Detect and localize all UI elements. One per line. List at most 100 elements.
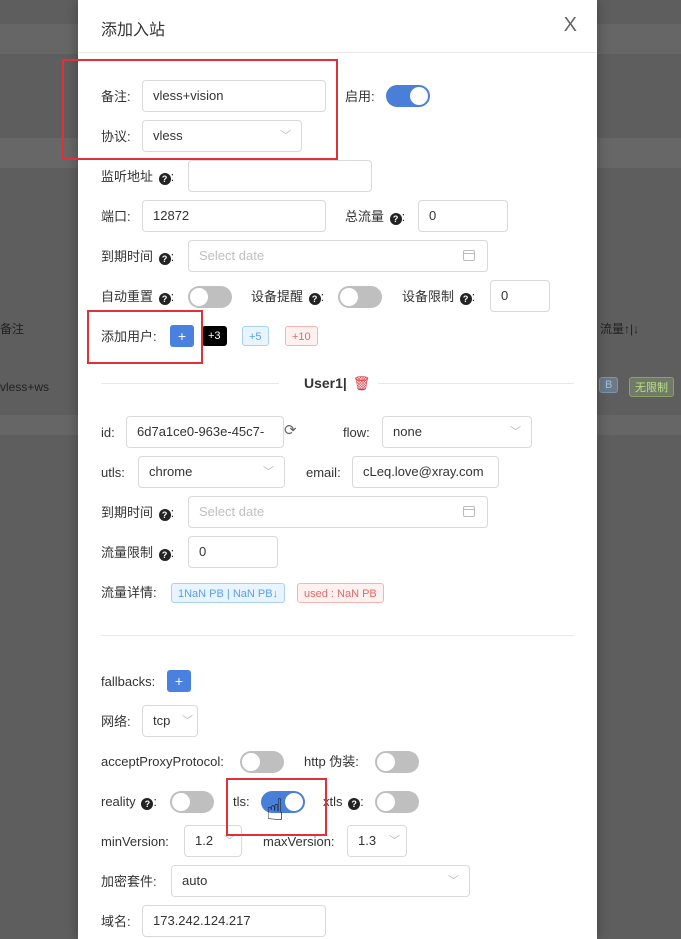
add-5-users-button[interactable]: +5 <box>242 326 269 346</box>
calendar-icon <box>463 250 475 261</box>
user-expiry-label-text: 到期时间 <box>101 505 154 520</box>
traffic-limit-label: 流量限制 ?: <box>101 545 175 561</box>
cipher-select[interactable]: auto ﹀ <box>171 865 470 897</box>
min-version-value: 1.2 <box>195 833 214 848</box>
email-label: email: <box>306 465 341 480</box>
email-input[interactable]: cLeq.love@xray.com <box>352 456 499 488</box>
add-3-users-button[interactable]: +3 <box>202 326 227 346</box>
remark-input[interactable]: vless+vision <box>142 80 326 112</box>
cipher-value: auto <box>182 873 208 888</box>
utls-select[interactable]: chrome ﹀ <box>138 456 285 488</box>
traffic-detail-tag: 1NaN PB | NaN PB↓ <box>171 583 286 603</box>
traffic-limit-input[interactable]: 0 <box>188 536 278 568</box>
utls-label: utls: <box>101 465 125 480</box>
reality-label: reality ?: <box>101 794 157 810</box>
listen-input[interactable] <box>188 160 372 192</box>
user-divider-left <box>101 383 279 384</box>
help-icon: ? <box>158 509 171 521</box>
expiry-label-text: 到期时间 <box>101 249 154 264</box>
header-divider <box>78 52 597 53</box>
user-heading-text: User1| <box>304 375 347 391</box>
toggle-knob <box>410 87 428 105</box>
listen-label-text: 监听地址 <box>101 169 154 184</box>
chevron-down-icon: ﹀ <box>224 835 235 847</box>
id-input[interactable]: 6d7a1ce0-963e-45c7- <box>126 416 284 448</box>
help-icon: ? <box>158 253 171 265</box>
domain-input[interactable]: 173.242.124.217 <box>142 905 326 937</box>
auto-reset-toggle[interactable] <box>188 286 232 308</box>
help-icon: ? <box>389 213 402 225</box>
user-expiry-placeholder: Select date <box>199 504 265 519</box>
add-fallback-button[interactable]: + <box>167 670 191 692</box>
protocol-value: vless <box>153 128 183 143</box>
chevron-down-icon: ﹀ <box>280 130 291 142</box>
total-traffic-input[interactable]: 0 <box>418 200 508 232</box>
bg-tag-unlimited: 无限制 <box>629 377 674 397</box>
device-alert-label-text: 设备提醒 <box>251 289 304 304</box>
enable-toggle[interactable] <box>386 85 430 107</box>
traffic-limit-label-text: 流量限制 <box>101 545 154 560</box>
expiry-label: 到期时间 ?: <box>101 249 175 265</box>
min-version-select[interactable]: 1.2 ﹀ <box>184 825 242 857</box>
port-label: 端口: <box>101 209 131 224</box>
user-divider-right <box>378 383 574 384</box>
toggle-knob <box>377 753 395 771</box>
id-label: id: <box>101 425 115 440</box>
network-select[interactable]: tcp ﹀ <box>142 705 198 737</box>
add-inbound-modal: 添加入站 X 备注: vless+vision 启用: 协议: vless ﹀ … <box>78 0 597 939</box>
help-icon: ? <box>308 293 321 305</box>
user-expiry-label: 到期时间 ?: <box>101 505 175 521</box>
close-button[interactable]: X <box>564 13 577 37</box>
toggle-knob <box>377 793 395 811</box>
total-traffic-label: 总流量 ?: <box>345 209 406 225</box>
device-alert-label: 设备提醒 ?: <box>251 289 325 305</box>
toggle-knob <box>190 288 208 306</box>
chevron-down-icon: ﹀ <box>448 875 459 887</box>
protocol-select[interactable]: vless ﹀ <box>142 120 302 152</box>
network-value: tcp <box>153 713 171 728</box>
device-limit-input[interactable]: 0 <box>490 280 550 312</box>
remark-label: 备注: <box>101 89 131 104</box>
add-10-users-button[interactable]: +10 <box>285 326 318 346</box>
http-camouflage-toggle[interactable] <box>375 751 419 773</box>
protocol-label: 协议: <box>101 129 131 144</box>
auto-reset-label-text: 自动重置 <box>101 289 154 304</box>
delete-user-icon[interactable]: 🗑 <box>353 375 371 391</box>
http-camouflage-label: http 伪装: <box>304 754 359 769</box>
add-user-button[interactable]: + <box>170 325 194 347</box>
min-version-label: minVersion: <box>101 834 169 849</box>
toggle-knob <box>285 793 303 811</box>
tls-label: tls: <box>233 794 250 809</box>
listen-label: 监听地址 ?: <box>101 169 175 185</box>
accept-proxy-toggle[interactable] <box>240 751 284 773</box>
accept-proxy-label: acceptProxyProtocol: <box>101 754 224 769</box>
help-icon: ? <box>158 549 171 561</box>
device-limit-label: 设备限制 ?: <box>402 289 476 305</box>
reality-toggle[interactable] <box>170 791 214 813</box>
refresh-id-icon[interactable]: ⟳ <box>284 421 297 439</box>
bg-tag-b: B <box>599 377 619 393</box>
fallbacks-label: fallbacks: <box>101 674 156 689</box>
expiry-placeholder: Select date <box>199 248 265 263</box>
xtls-toggle[interactable] <box>375 791 419 813</box>
toggle-knob <box>242 753 260 771</box>
toggle-knob <box>340 288 358 306</box>
chevron-down-icon: ﹀ <box>510 426 521 438</box>
port-input[interactable]: 12872 <box>142 200 326 232</box>
help-icon: ? <box>459 293 472 305</box>
bg-col-header-remark: 备注 <box>0 322 25 336</box>
help-icon: ? <box>348 798 361 810</box>
flow-label: flow: <box>343 425 370 440</box>
help-icon: ? <box>158 293 171 305</box>
traffic-detail-label: 流量详情: <box>101 585 157 600</box>
max-version-label: maxVersion: <box>263 834 335 849</box>
device-alert-toggle[interactable] <box>338 286 382 308</box>
user-expiry-datepicker[interactable]: Select date <box>188 496 488 528</box>
modal-title: 添加入站 <box>101 22 166 39</box>
max-version-select[interactable]: 1.3 ﹀ <box>347 825 407 857</box>
expiry-datepicker[interactable]: Select date <box>188 240 488 272</box>
domain-label: 域名: <box>101 914 131 929</box>
flow-select[interactable]: none ﹀ <box>382 416 532 448</box>
network-label: 网络: <box>101 714 131 729</box>
flow-value: none <box>393 424 422 439</box>
